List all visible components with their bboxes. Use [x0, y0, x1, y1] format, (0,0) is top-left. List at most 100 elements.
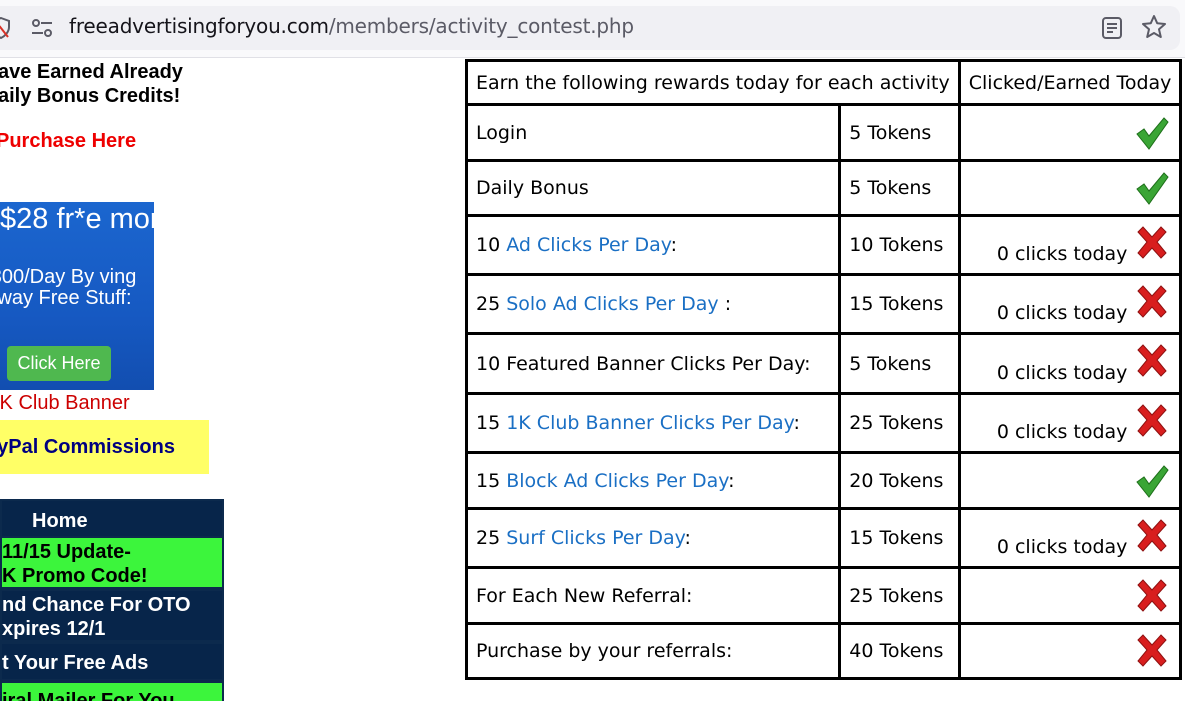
- table-row: Purchase by your referrals: 40 Tokens: [464, 622, 1183, 680]
- activity-cell: 10 Ad Clicks Per Day:: [464, 214, 842, 276]
- activity-cell: Daily Bonus: [464, 159, 842, 217]
- ad-click-button[interactable]: Click Here: [7, 346, 111, 381]
- nav-home[interactable]: Home: [0, 499, 224, 538]
- cross-icon: [1137, 285, 1168, 318]
- activity-text: 25: [476, 527, 507, 549]
- table-row: 10 Featured Banner Clicks Per Day: 5 Toke…: [464, 332, 1183, 395]
- activity-link[interactable]: 1K Club Banner Clicks Per Day: [506, 412, 793, 434]
- status-cell: [957, 159, 1183, 217]
- activity-cell: For Each New Referral:: [464, 566, 842, 625]
- url-text[interactable]: freeadvertisingforyou.com/members/activi…: [69, 14, 634, 38]
- activity-suffix: :: [728, 469, 735, 492]
- url-host: freeadvertisingforyou.com: [69, 14, 329, 38]
- nav-promo-line-2: K Promo Code!: [2, 565, 148, 587]
- status-cell: 0 clicks today: [957, 332, 1183, 395]
- activity-text: For Each New Referral:: [476, 584, 693, 607]
- status-cell: 0 clicks today: [957, 392, 1183, 454]
- clicks-today-text: 0 clicks today: [996, 421, 1128, 444]
- bookmark-star-icon[interactable]: [1141, 14, 1167, 40]
- status-cell: 0 clicks today: [957, 507, 1183, 569]
- activity-cell: 25 Surf Clicks Per Day:: [464, 507, 842, 569]
- activity-suffix: :: [670, 234, 678, 256]
- table-row: 25 Solo Ad Clicks Per Day :15 Tokens 0 cl…: [464, 273, 1183, 335]
- table-row: 25 Surf Clicks Per Day: 15 Tokens 0 clicks…: [464, 507, 1183, 569]
- nav-promo-update[interactable]: 11/15 Update- K Promo Code!: [0, 536, 224, 589]
- left-sidebar: ave Earned Already aily Bonus Credits! P…: [0, 58, 240, 701]
- table-row: 15 Block Ad Clicks Per Day: 20 Tokens: [464, 451, 1183, 510]
- check-icon: [1136, 116, 1170, 150]
- activity-text: 10 Featured Banner Clicks Per Day:: [476, 352, 811, 375]
- rewards-table: Earn the following rewards today for eac…: [464, 59, 1183, 680]
- activity-link[interactable]: Ad Clicks Per Day: [506, 234, 670, 256]
- reward-cell: 15 Tokens: [838, 273, 961, 335]
- activity-cell: 15 Block Ad Clicks Per Day:: [464, 451, 842, 510]
- nav-oto-line-2: xpires 12/1: [2, 618, 106, 640]
- activity-cell: Login: [464, 103, 842, 162]
- activity-text: 15: [476, 469, 507, 492]
- reward-cell: 25 Tokens: [838, 392, 961, 454]
- header-activity: Earn the following rewards today for eac…: [465, 59, 961, 106]
- activity-cell: 15 1K Club Banner Clicks Per Day:: [464, 392, 842, 454]
- activity-text: 10: [476, 234, 507, 256]
- ad-subtitle: $300/Day By ving Away Free Stuff:: [0, 266, 137, 309]
- cross-icon: [1137, 404, 1168, 437]
- table-row: 10 Ad Clicks Per Day: 10 Tokens 0 clicks t…: [464, 214, 1183, 276]
- earned-line-1: ave Earned Already: [0, 61, 183, 83]
- browser-toolbar: freeadvertisingforyou.com/members/activi…: [0, 0, 1185, 58]
- activity-cell: Purchase by your referrals:: [464, 622, 842, 680]
- clicks-today-text: 0 clicks today: [996, 536, 1128, 559]
- status-cell: [957, 103, 1183, 162]
- nav-home-label: Home: [32, 510, 88, 532]
- earned-line-2: aily Bonus Credits!: [0, 85, 181, 107]
- earned-message: ave Earned Already aily Bonus Credits!: [0, 60, 183, 108]
- nav-promo-line-1: 11/15 Update-: [2, 541, 131, 563]
- cross-icon: [1137, 226, 1168, 259]
- table-row: Daily Bonus 5 Tokens: [464, 159, 1183, 217]
- status-cell: 0 clicks today: [957, 273, 1183, 335]
- reward-cell: 5 Tokens: [838, 103, 961, 162]
- nav-oto-line-1: nd Chance For OTO: [2, 594, 191, 616]
- cross-icon: [1137, 578, 1168, 612]
- clicks-today-text: 0 clicks today: [996, 302, 1128, 325]
- paypal-commissions-label: ayPal Commissions: [0, 436, 175, 458]
- cross-icon: [1137, 634, 1168, 667]
- status-cell: [957, 566, 1183, 625]
- ad-banner[interactable]: $28 fr*e money $300/Day By ving Away Fre…: [0, 202, 154, 390]
- clicks-today-text: 0 clicks today: [996, 361, 1128, 384]
- activity-link[interactable]: Solo Ad Clicks Per Day: [506, 293, 718, 315]
- activity-cell: 10 Featured Banner Clicks Per Day:: [464, 332, 842, 395]
- reader-view-icon[interactable]: [1101, 16, 1123, 40]
- clicks-today-text: 0 clicks today: [996, 243, 1128, 266]
- tracking-protection-icon[interactable]: [0, 17, 10, 39]
- nav-free-ads[interactable]: t Your Free Ads: [0, 642, 224, 681]
- table-row: For Each New Referral: 25 Tokens: [464, 566, 1183, 625]
- reward-cell: 25 Tokens: [838, 566, 961, 625]
- cross-icon: [1137, 344, 1168, 377]
- activity-text: Login: [476, 121, 528, 144]
- activity-text: Daily Bonus: [476, 177, 589, 199]
- activity-link[interactable]: Surf Clicks Per Day: [506, 527, 684, 549]
- nav-viral-mailer[interactable]: iral Mailer For You: [0, 681, 224, 701]
- reward-cell: 40 Tokens: [838, 622, 961, 680]
- status-cell: 0 clicks today: [957, 214, 1183, 276]
- paypal-commissions-box[interactable]: ayPal Commissions: [0, 420, 209, 474]
- header-clicked-earned: Clicked/Earned Today: [957, 59, 1183, 106]
- purchase-link[interactable]: Purchase Here: [0, 130, 136, 153]
- club-banner-link[interactable]: .K Club Banner: [0, 392, 130, 415]
- cross-icon: [1137, 519, 1168, 552]
- activity-link[interactable]: Block Ad Clicks Per Day: [506, 470, 728, 492]
- status-cell: [957, 451, 1183, 510]
- activity-suffix: :: [793, 412, 800, 434]
- reward-cell: 5 Tokens: [838, 159, 961, 217]
- reward-cell: 15 Tokens: [838, 507, 961, 569]
- activity-text: 15: [476, 412, 507, 434]
- table-header-row: Earn the following rewards today for eac…: [465, 59, 1183, 106]
- site-permissions-icon[interactable]: [30, 18, 54, 38]
- reward-cell: 5 Tokens: [838, 332, 961, 395]
- activity-suffix: :: [718, 293, 732, 315]
- status-cell: [957, 622, 1183, 680]
- nav-oto-chance[interactable]: nd Chance For OTO xpires 12/1: [0, 589, 224, 642]
- check-icon: [1136, 172, 1170, 205]
- nav-free-ads-label: t Your Free Ads: [2, 652, 149, 674]
- activity-text: Purchase by your referrals:: [476, 640, 733, 662]
